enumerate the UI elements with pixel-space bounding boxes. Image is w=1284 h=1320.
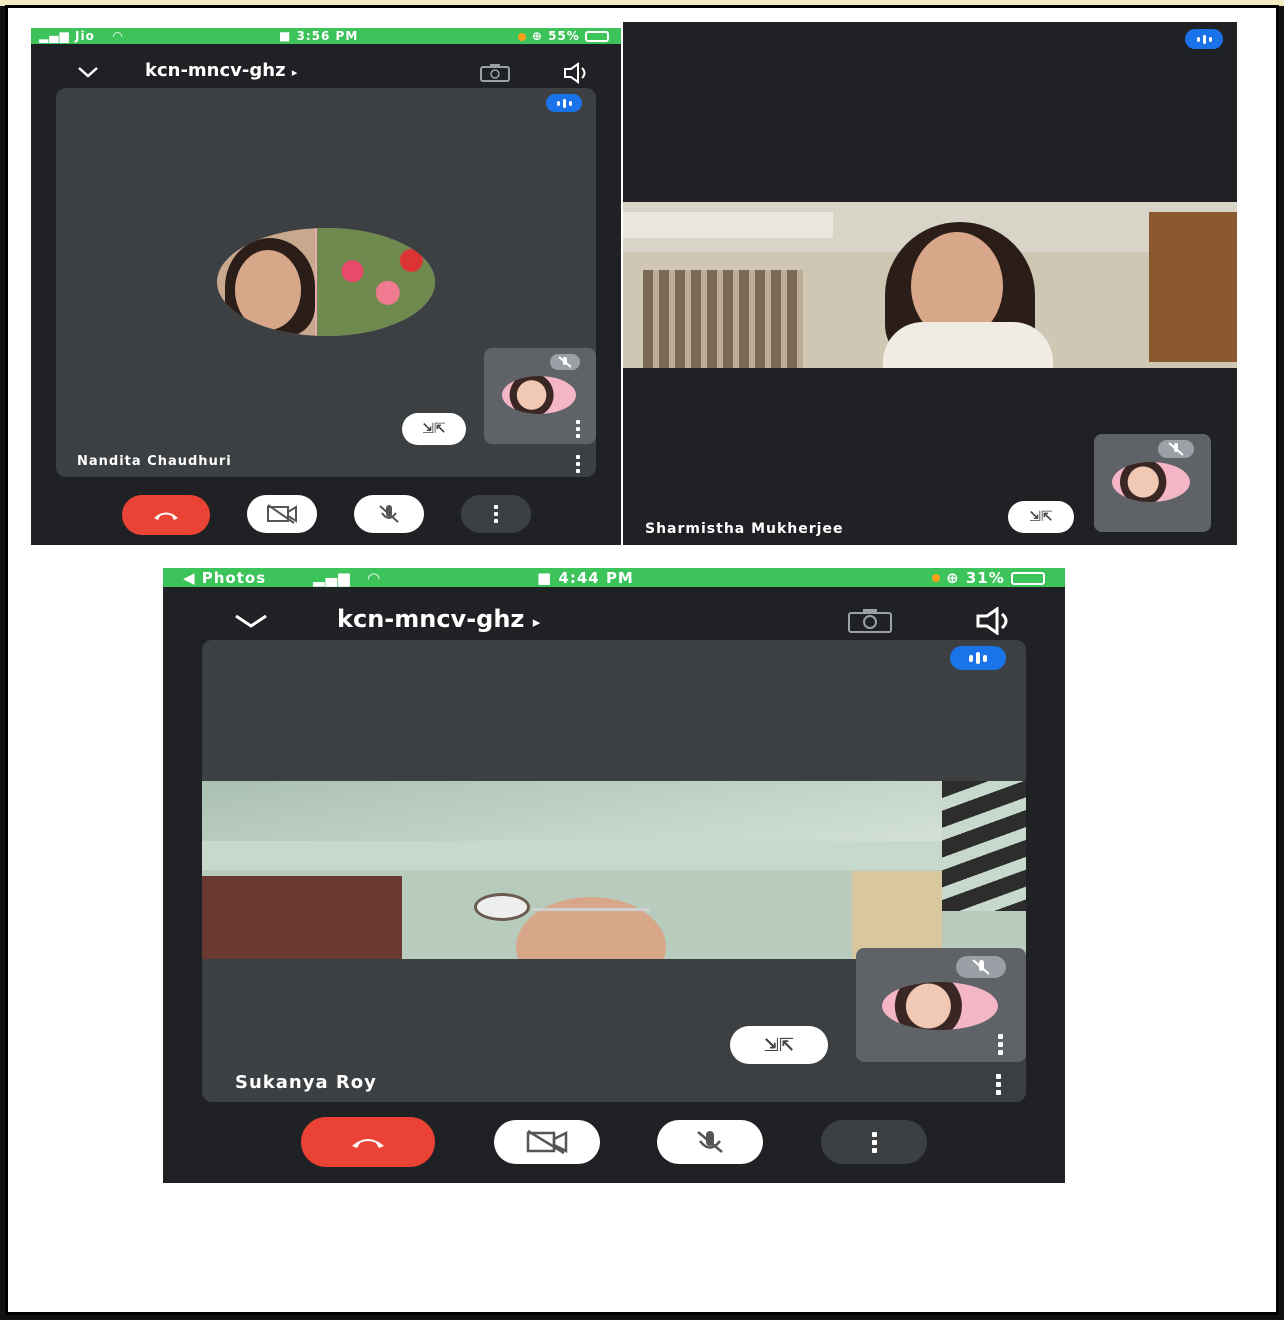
signal-icon: ▂▄▆ (313, 568, 351, 587)
more-vert-icon[interactable] (998, 1034, 1003, 1055)
more-vert-icon[interactable] (996, 1074, 1001, 1095)
video-off-icon (526, 1129, 568, 1155)
self-avatar (502, 376, 576, 414)
mic-off-icon (379, 505, 399, 523)
call-screen-2: ⇲⇱ Sharmistha Mukherjee (623, 22, 1237, 545)
mic-toggle-button[interactable] (354, 495, 424, 533)
wifi-icon: ◠ (113, 29, 124, 43)
call-screen-3: ◀ Photos ▂▄▆ ◠ ■ 4:44 PM ⊕ 31% kcn-mncv-… (163, 568, 1065, 1183)
participant-avatar (217, 228, 435, 336)
battery-status: ⊕ 55% (517, 29, 609, 43)
camera-toggle-button[interactable] (494, 1120, 600, 1164)
active-speaker-indicator (1185, 29, 1223, 49)
signal-icon: ▂▄▆ (39, 29, 70, 43)
main-video-tile: ⇲⇱ Nandita Chaudhuri (56, 88, 596, 477)
chevron-down-icon[interactable] (233, 613, 269, 629)
call-screen-1: ▂▄▆ Jio ◠ ■ 3:56 PM ⊕ 55% kcn-mncv-ghz ▸… (31, 28, 621, 545)
more-options-button[interactable] (461, 495, 531, 533)
more-vert-icon[interactable] (576, 420, 580, 438)
status-time: ■ 4:44 PM (537, 568, 634, 587)
end-call-button[interactable] (301, 1117, 435, 1167)
switch-camera-icon[interactable] (847, 608, 893, 634)
more-vert-icon (494, 505, 498, 523)
more-vert-icon[interactable] (576, 455, 580, 473)
speaker-icon[interactable] (563, 62, 591, 84)
collapse-icon: ⇲⇱ (763, 1034, 795, 1056)
status-time: ■ 3:56 PM (279, 29, 359, 43)
meeting-code[interactable]: kcn-mncv-ghz ▸ (145, 60, 297, 81)
battery-status: ⊕ 31% (932, 569, 1045, 587)
switch-camera-icon[interactable] (480, 64, 510, 82)
carrier-label: Jio (75, 29, 95, 43)
collapse-button[interactable]: ⇲⇱ (730, 1026, 828, 1064)
app-bar: kcn-mncv-ghz ▸ (31, 54, 621, 90)
video-off-icon (267, 504, 297, 524)
phone-hangup-icon (154, 512, 178, 520)
back-to-photos[interactable]: ◀ Photos (183, 569, 266, 587)
self-view[interactable] (856, 948, 1026, 1062)
collapse-icon: ⇲⇱ (1029, 509, 1053, 525)
more-options-button[interactable] (821, 1120, 927, 1164)
mic-off-icon (550, 354, 580, 370)
main-video-tile: ⇲⇱ Sukanya Roy (202, 640, 1026, 1102)
mic-off-icon (956, 956, 1006, 978)
more-vert-icon (871, 1131, 877, 1153)
self-avatar (882, 982, 998, 1030)
participant-video (202, 781, 1026, 959)
camera-toggle-button[interactable] (247, 495, 317, 533)
participant-video (623, 202, 1237, 368)
speaker-icon[interactable] (975, 607, 1015, 635)
self-view[interactable] (484, 348, 596, 444)
chevron-down-icon[interactable] (77, 66, 99, 78)
status-bar: ▂▄▆ Jio ◠ ■ 3:56 PM ⊕ 55% (31, 28, 621, 44)
status-bar: ◀ Photos ▂▄▆ ◠ ■ 4:44 PM ⊕ 31% (163, 568, 1065, 587)
app-bar: kcn-mncv-ghz ▸ (163, 600, 1065, 640)
collapse-button[interactable]: ⇲⇱ (402, 413, 466, 445)
active-speaker-indicator (546, 94, 582, 112)
mic-off-icon (697, 1131, 723, 1153)
participant-name: Sukanya Roy (235, 1072, 377, 1093)
mic-toggle-button[interactable] (657, 1120, 763, 1164)
active-speaker-indicator (950, 646, 1006, 670)
phone-hangup-icon (352, 1139, 384, 1148)
collapse-icon: ⇲⇱ (422, 421, 446, 437)
end-call-button[interactable] (122, 495, 210, 535)
self-avatar (1112, 462, 1190, 502)
participant-name: Nandita Chaudhuri (77, 454, 232, 469)
mic-off-icon (1158, 440, 1194, 458)
meeting-code[interactable]: kcn-mncv-ghz ▸ (337, 605, 540, 633)
participant-name: Sharmistha Mukherjee (645, 521, 844, 537)
self-view[interactable] (1094, 434, 1211, 532)
collapse-button[interactable]: ⇲⇱ (1008, 501, 1074, 533)
wifi-icon: ◠ (368, 568, 381, 587)
